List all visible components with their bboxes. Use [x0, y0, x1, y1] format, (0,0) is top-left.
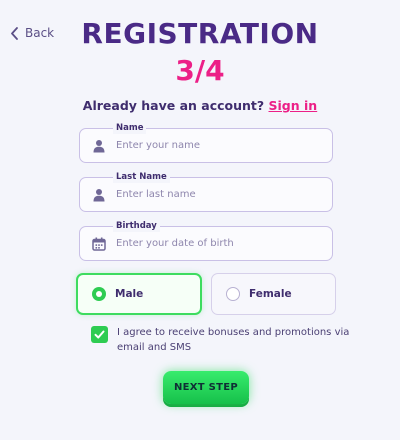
login-prompt: Already have an account? Sign in [0, 98, 400, 113]
gender-label-female: Female [249, 288, 292, 300]
agreement-checkbox[interactable] [91, 326, 108, 343]
user-icon [93, 140, 105, 153]
radio-unselected-icon [226, 287, 240, 301]
calendar-icon [92, 237, 106, 251]
page-title: REGISTRATION [81, 17, 319, 50]
gender-option-male[interactable]: Male [76, 273, 202, 315]
gender-option-female[interactable]: Female [211, 273, 336, 315]
birthday-field[interactable]: Birthday [79, 220, 333, 261]
birthday-input[interactable] [116, 227, 326, 260]
checkmark-icon [94, 330, 105, 339]
user-icon [93, 189, 105, 202]
sign-in-link[interactable]: Sign in [269, 98, 318, 113]
gender-label-male: Male [115, 288, 144, 300]
name-input[interactable] [116, 129, 326, 162]
last-name-input[interactable] [116, 178, 326, 211]
name-field[interactable]: Name [79, 122, 333, 163]
login-prompt-text: Already have an account? [82, 98, 265, 113]
agreement-row: I agree to receive bonuses and promotion… [91, 325, 351, 355]
last-name-field[interactable]: Last Name [79, 171, 333, 212]
radio-selected-icon [92, 287, 106, 301]
step-indicator: 3/4 [175, 54, 225, 87]
agreement-text: I agree to receive bonuses and promotion… [117, 327, 350, 353]
next-step-button[interactable]: NEXT STEP [163, 371, 249, 404]
